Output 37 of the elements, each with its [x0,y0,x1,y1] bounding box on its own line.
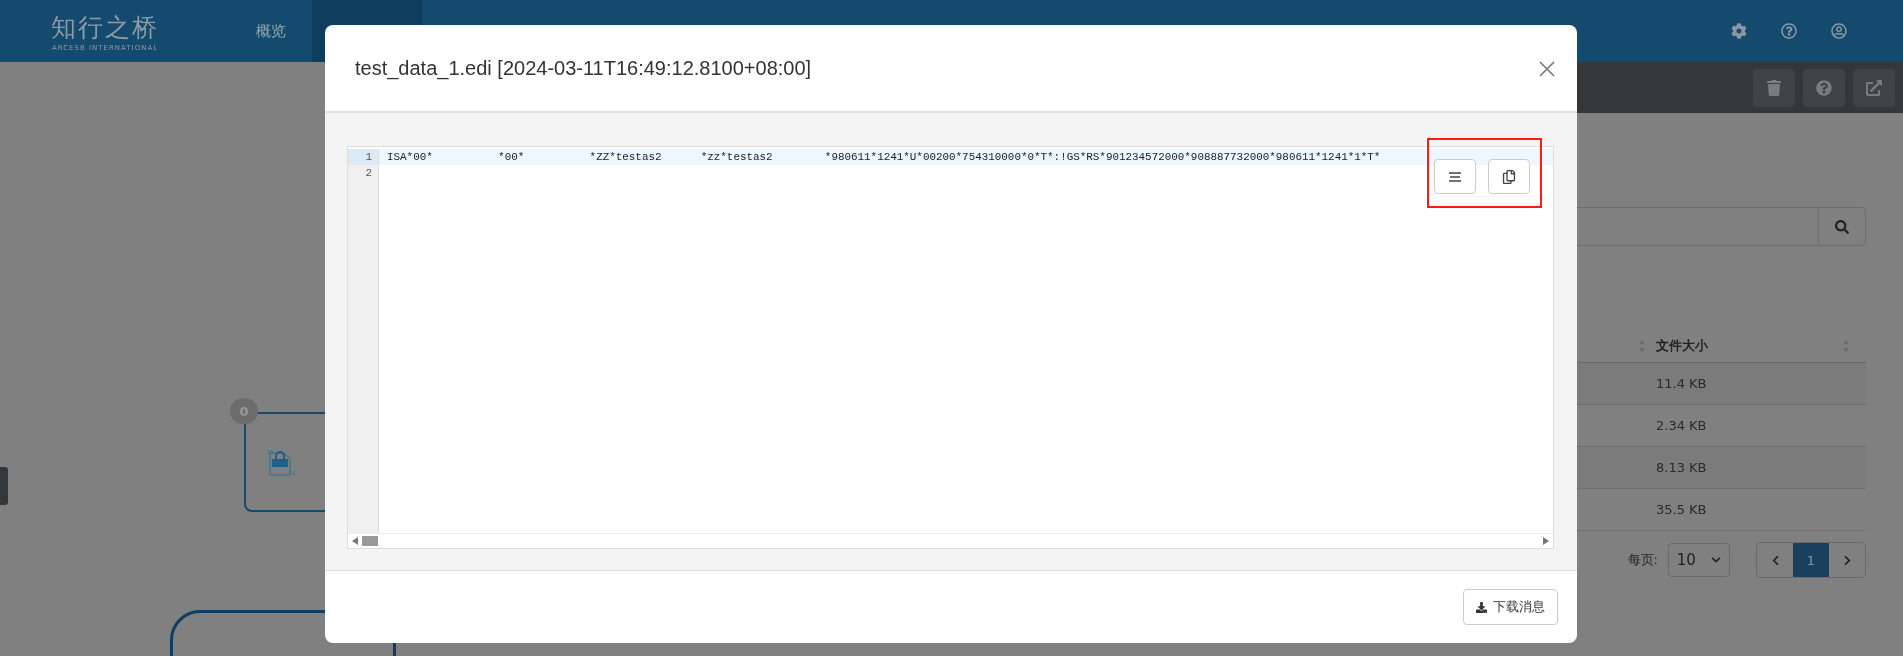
logo[interactable]: 知行之桥 [51,10,159,44]
scroll-left-icon[interactable] [352,537,358,545]
table-cell-text: 35.5 KB [1656,502,1708,517]
lock-document-icon [266,447,296,477]
table-cell-text: 8.13 KB [1656,460,1708,475]
lines-icon [1449,171,1461,182]
table-cell-text: 11.4 KB [1656,376,1708,391]
scrollbar-thumb[interactable] [362,536,378,546]
help-button[interactable] [1803,68,1845,107]
open-external-button[interactable] [1853,68,1895,107]
line-number: 2 [348,165,378,181]
side-panel-toggle[interactable] [0,467,8,505]
column-header[interactable]: 文件大小 [1656,337,1708,355]
format-button[interactable] [1434,159,1476,194]
per-page-label: 每页: [1627,551,1658,569]
external-link-icon [1866,79,1882,96]
chevron-down-icon [1711,555,1722,565]
nav-tab[interactable]: 概览 [230,0,312,62]
help-icon [1816,79,1832,96]
table-cell-text: 2.34 KB [1656,418,1708,433]
line-number: 1 [348,149,378,165]
copy-button[interactable] [1488,159,1530,194]
trash-icon [1766,79,1782,96]
copy-icon [1502,169,1516,184]
settings-icon[interactable] [1731,23,1747,39]
page-button[interactable]: 1 [1793,543,1829,577]
code-editor[interactable]: 1 ISA*00* *00* *ZZ*testas2 *zz*testas2 *980611*1241*U*00200*754310000*0*T*:!GS*RS*901234572000*908887732000*980611*1241*1*T* 2 [347,146,1554,549]
user-icon[interactable] [1831,23,1847,39]
delete-button[interactable] [1753,68,1795,107]
download-button[interactable]: 下载消息 [1463,589,1558,625]
download-icon [1476,601,1487,613]
dialog-title: test_data_1.edi [2024-03-11T16:49:12.8100+08:00] [355,56,812,80]
help-icon[interactable] [1781,23,1797,39]
search-icon [1835,219,1849,234]
horizontal-scrollbar[interactable] [348,533,1553,548]
per-page-select[interactable]: 10 [1668,543,1730,577]
scroll-right-icon[interactable] [1543,537,1549,545]
